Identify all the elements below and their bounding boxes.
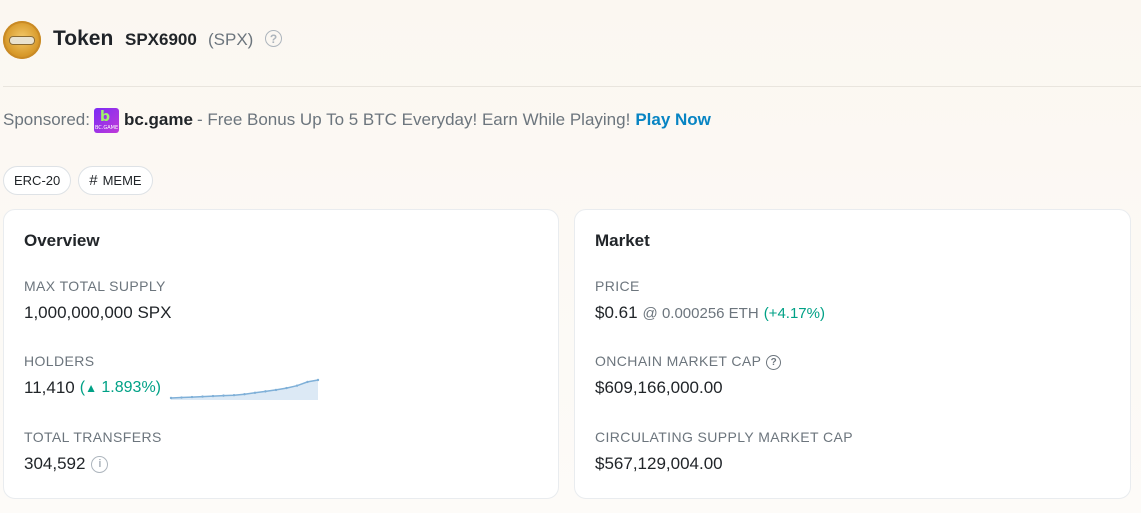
total-transfers-label: TOTAL TRANSFERS [24,429,162,445]
holders-row: 11,410 (▲ 1.893%) [24,378,161,398]
onchain-market-cap-value: $609,166,000.00 [595,378,723,397]
sparkline-point [306,380,309,384]
price-label: PRICE [595,278,640,294]
token-symbol: (SPX) [208,30,254,49]
page-title: Token [53,27,114,50]
sparkline-point [253,391,257,394]
overview-card: Overview MAX TOTAL SUPPLY 1,000,000,000 … [3,209,559,499]
sponsored-banner: Sponsored: bc.game - Free Bonus Up To 5 … [3,107,711,133]
onchain-market-cap-label: ONCHAIN MARKET CAP? [595,353,782,370]
holders-label: HOLDERS [24,353,95,369]
tag-label: MEME [102,173,142,188]
sparkline-point [169,396,173,400]
sparkline-point [274,388,278,392]
holders-change: (▲ 1.893%) [80,379,161,397]
max-supply-label: MAX TOTAL SUPPLY [24,278,166,294]
sponsored-label: Sponsored: [3,110,90,129]
circulating-market-cap-label: CIRCULATING SUPPLY MARKET CAP [595,429,853,445]
header-divider [3,86,1141,87]
info-icon[interactable]: i [91,455,109,473]
sparkline-point [190,395,194,399]
bc-game-logo-icon[interactable] [93,107,119,133]
sparkline-point [316,378,320,382]
tag-meme[interactable]: # MEME [78,166,153,195]
sparkline-point [232,393,236,397]
total-transfers-value: 304,592 [24,454,86,473]
sparkline-point [264,390,267,393]
circulating-market-cap-value: $567,129,004.00 [595,454,723,473]
page-header: Token SPX6900 (SPX) ? [0,18,1141,62]
sparkline-point [211,394,215,398]
price-eth: @ 0.000256 ETH [642,304,759,322]
token-name: SPX6900 [125,30,197,49]
question-circle-icon[interactable]: ? [766,354,782,370]
onchain-market-cap-text: ONCHAIN MARKET CAP [595,353,762,369]
price-change: (+4.17%) [763,304,825,322]
holders-value: 11,410 [24,378,75,397]
token-tags: ERC-20 # MEME [3,166,153,195]
sponsor-brand[interactable]: bc.game [124,110,193,130]
market-card: Market PRICE $0.61 @ 0.000256 ETH (+4.17… [574,209,1131,499]
sparkline-point [222,394,225,397]
play-now-link[interactable]: Play Now [635,110,711,130]
sparkline-point [180,396,183,399]
overview-title: Overview [24,231,100,250]
price-row: $0.61 @ 0.000256 ETH (+4.17%) [595,303,825,323]
tag-label: ERC-20 [14,173,61,188]
caret-up-icon: ▲ [85,381,97,395]
sponsor-text: - Free Bonus Up To 5 BTC Everyday! Earn … [196,110,631,129]
question-circle-icon[interactable]: ? [265,30,282,47]
holders-sparkline [169,378,320,400]
change-paren-close: ) [155,379,161,396]
total-transfers-row: 304,592 i [24,454,109,474]
holders-change-value: 1.893% [101,379,156,396]
market-title: Market [595,231,650,250]
sparkline-point [201,395,204,398]
price-value: $0.61 [595,303,638,322]
sparkline-point [243,393,246,396]
token-logo [3,21,41,59]
tag-erc20[interactable]: ERC-20 [3,166,72,195]
sparkline-point [295,384,299,387]
sparkline-point [285,386,288,390]
hash-icon: # [89,172,98,189]
max-supply-value: 1,000,000,000 SPX [24,303,172,322]
